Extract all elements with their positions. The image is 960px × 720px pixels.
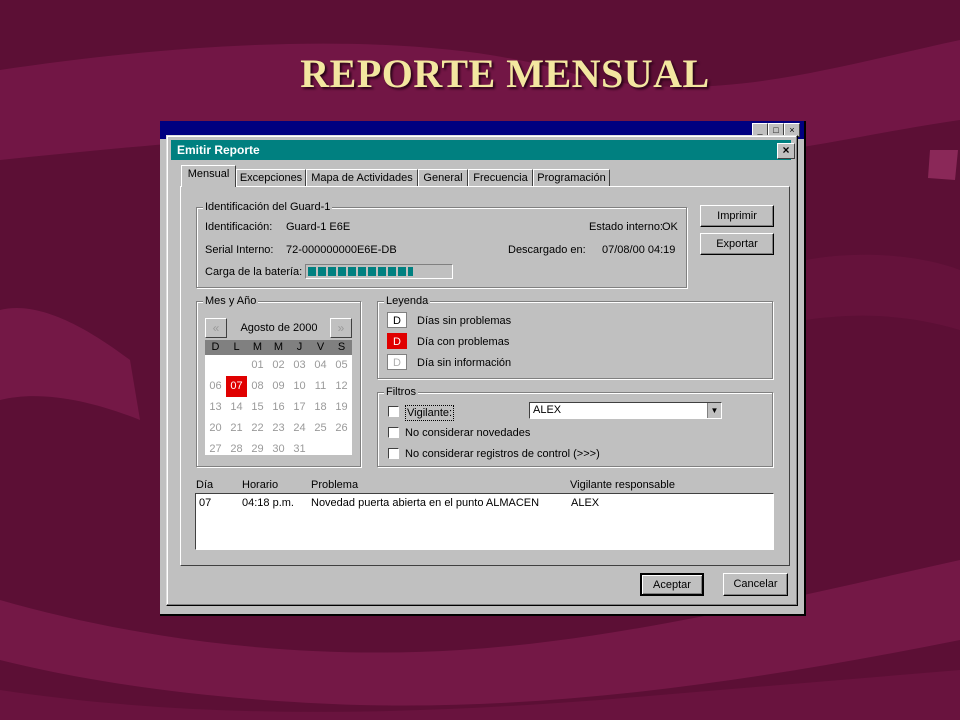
calendar-day[interactable]: 29 [247, 439, 268, 460]
calendar-day[interactable]: 14 [226, 397, 247, 418]
id-value: Guard-1 E6E [286, 221, 351, 233]
calendar-month-label: Agosto de 2000 [240, 322, 318, 334]
calendar-day[interactable]: 09 [268, 376, 289, 397]
calendar-group-label: Mes y Año [203, 294, 259, 308]
double-chevron-right-icon[interactable]: » [330, 318, 352, 338]
identification-group-label: Identificación del Guard-1 [203, 200, 333, 214]
calendar-day[interactable]: 25 [310, 418, 331, 439]
calendar-day[interactable]: 30 [268, 439, 289, 460]
calendar-day[interactable]: 20 [205, 418, 226, 439]
calendar-day[interactable]: 23 [268, 418, 289, 439]
print-button[interactable]: Imprimir [700, 205, 774, 227]
calendar-day[interactable]: 06 [205, 376, 226, 397]
battery-fill [308, 267, 413, 276]
legend-group-label: Leyenda [384, 294, 431, 308]
downloaded-value: 07/08/00 04:19 [602, 244, 676, 256]
battery-progress-bar [305, 264, 453, 279]
tab-mensual[interactable]: Mensual [181, 165, 236, 187]
calendar-day[interactable]: 07 [226, 376, 247, 397]
calendar-days-grid: 01 02 03 04 05 06 07 08 09 10 11 12 13 14 15 16 17 18 19 20… [205, 355, 352, 455]
accept-button[interactable]: Aceptar [640, 573, 704, 596]
row-time: 04:18 p.m. [242, 497, 294, 509]
slide-title: REPORTE MENSUAL [300, 51, 710, 96]
calendar-day[interactable]: 01 [247, 355, 268, 376]
vigilante-select[interactable]: ALEX ▼ [529, 402, 722, 419]
calendar-day[interactable]: 02 [268, 355, 289, 376]
calendar-weekday: L [233, 341, 240, 353]
calendar-day[interactable]: 17 [289, 397, 310, 418]
calendar-day[interactable]: 15 [247, 397, 268, 418]
downloaded-label: Descargado en: [508, 244, 586, 256]
state-value: OK [662, 221, 678, 233]
calendar-weekday: M [273, 341, 284, 353]
column-header-time: Horario [242, 479, 279, 491]
calendar-day[interactable]: 24 [289, 418, 310, 439]
calendar-day[interactable]: 12 [331, 376, 352, 397]
tab-mapa-actividades[interactable]: Mapa de Actividades [306, 169, 418, 187]
vigilante-label: Vigilante: [405, 405, 455, 421]
calendar-day[interactable]: 10 [289, 376, 310, 397]
calendar-day[interactable]: 19 [331, 397, 352, 418]
legend-mark-noinfo: D [387, 354, 407, 370]
calendar-weekday: M [252, 341, 263, 353]
legend-label-ok: Días sin problemas [417, 315, 512, 327]
results-list[interactable]: 07 04:18 p.m. Novedad puerta abierta en … [195, 493, 774, 550]
tab-general[interactable]: General [418, 169, 468, 187]
calendar-weekday: V [316, 341, 325, 353]
id-label: Identificación: [205, 221, 273, 233]
calendar-day[interactable]: 27 [205, 439, 226, 460]
cancel-button[interactable]: Cancelar [723, 573, 788, 596]
calendar-day[interactable]: 13 [205, 397, 226, 418]
no-news-checkbox[interactable] [388, 427, 399, 438]
calendar-day[interactable]: 28 [226, 439, 247, 460]
column-header-problem: Problema [311, 479, 359, 491]
calendar-day[interactable]: 05 [331, 355, 352, 376]
battery-label: Carga de la batería: [205, 266, 303, 278]
no-control-label: No considerar registros de control (>>>) [405, 448, 600, 460]
column-header-day: Día [196, 479, 214, 491]
calendar-weekday: J [296, 341, 303, 353]
legend-mark-ok: D [387, 312, 407, 328]
calendar-day[interactable]: 08 [247, 376, 268, 397]
double-chevron-left-icon[interactable]: « [205, 318, 227, 338]
row-day: 07 [199, 497, 212, 509]
tab-excepciones[interactable]: Excepciones [236, 169, 306, 187]
dialog-title: Emitir Reporte [171, 140, 791, 160]
filters-group-label: Filtros [384, 385, 418, 399]
no-news-label: No considerar novedades [405, 427, 531, 439]
calendar-day[interactable]: 11 [310, 376, 331, 397]
serial-value: 72-000000000E6E-DB [286, 244, 397, 256]
tab-frecuencia[interactable]: Frecuencia [468, 169, 533, 187]
calendar-day[interactable]: 31 [289, 439, 310, 460]
vigilante-checkbox[interactable] [388, 406, 399, 417]
legend-label-problem: Día con problemas [417, 336, 510, 348]
row-problem: Novedad puerta abierta en el punto ALMAC… [311, 497, 540, 509]
calendar-day[interactable]: 03 [289, 355, 310, 376]
close-icon[interactable]: × [777, 143, 795, 159]
tab-programacion[interactable]: Programación [533, 169, 610, 187]
chevron-down-icon[interactable]: ▼ [707, 403, 721, 418]
export-button[interactable]: Exportar [700, 233, 774, 255]
legend-label-noinfo: Día sin información [417, 357, 512, 369]
calendar-day[interactable]: 18 [310, 397, 331, 418]
calendar-weekday-header: DLMMJVS [205, 340, 352, 355]
calendar-day[interactable]: 04 [310, 355, 331, 376]
serial-label: Serial Interno: [205, 244, 274, 256]
calendar-weekday: S [337, 341, 346, 353]
row-guard: ALEX [571, 497, 600, 509]
calendar-day[interactable]: 16 [268, 397, 289, 418]
calendar-weekday: D [211, 341, 220, 353]
vigilante-select-value: ALEX [533, 404, 562, 416]
calendar-day[interactable]: 22 [247, 418, 268, 439]
column-header-guard: Vigilante responsable [570, 479, 675, 491]
calendar-day[interactable]: 26 [331, 418, 352, 439]
calendar-day[interactable]: 21 [226, 418, 247, 439]
legend-mark-problem: D [387, 333, 407, 349]
no-control-checkbox[interactable] [388, 448, 399, 459]
state-label: Estado interno: [589, 221, 663, 233]
